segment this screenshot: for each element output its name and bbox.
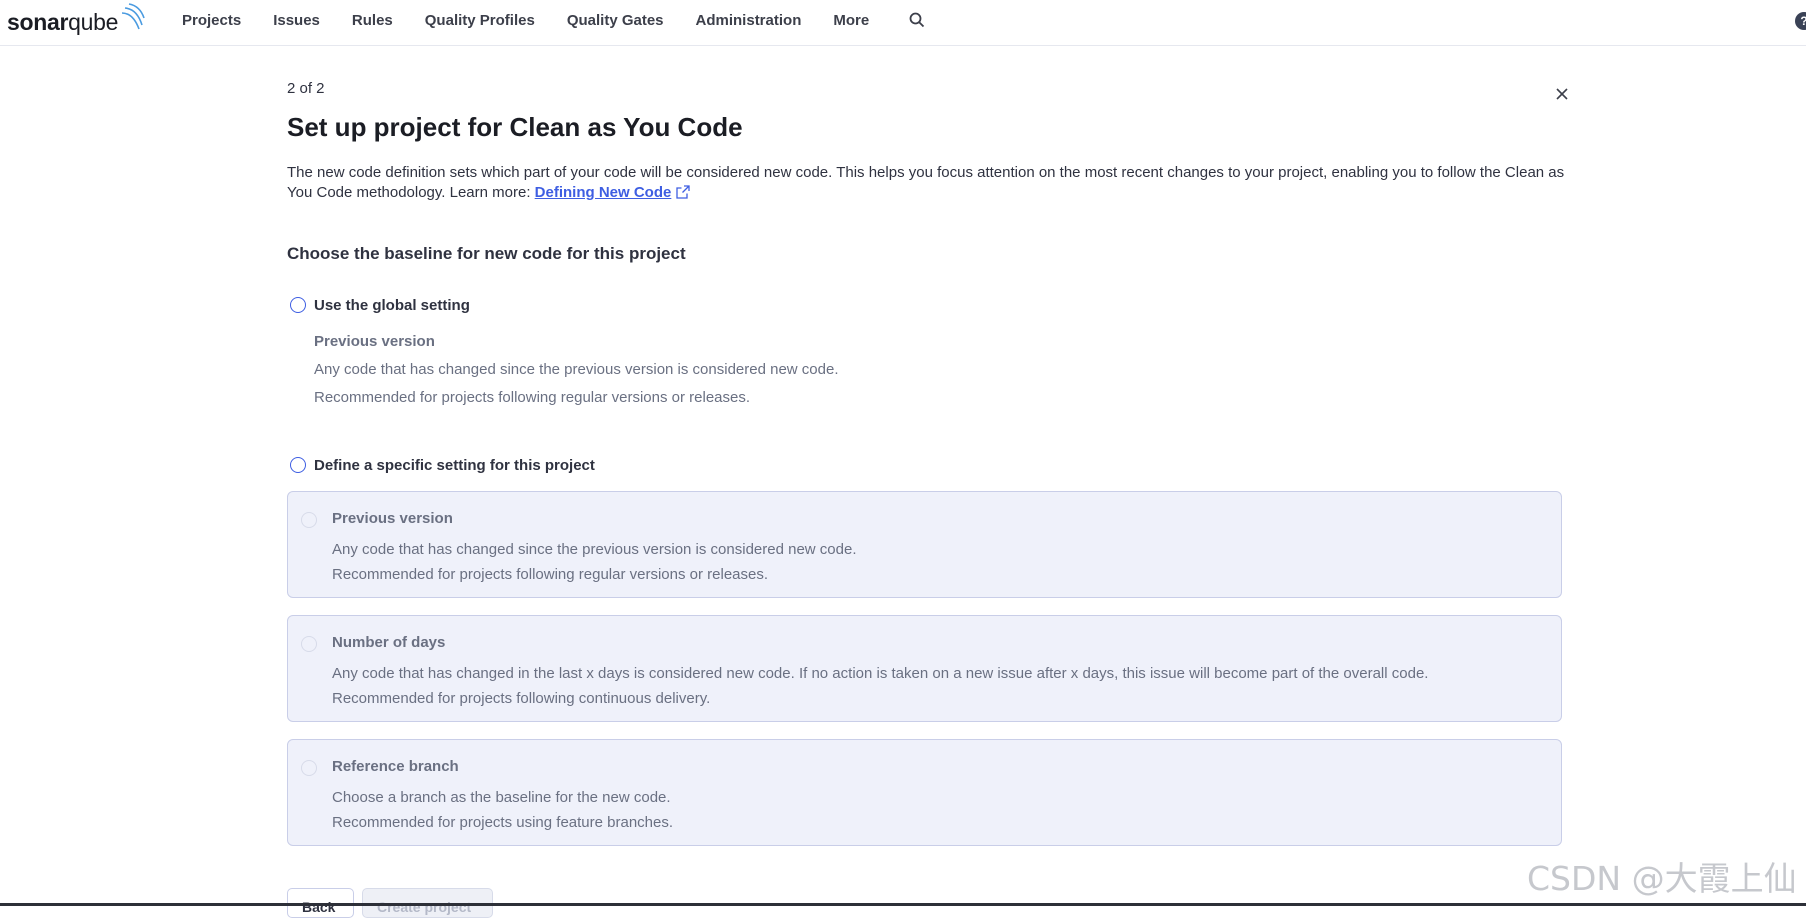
external-link-icon (676, 185, 690, 199)
nav-rules[interactable]: Rules (352, 12, 393, 29)
logo-waves-icon (122, 3, 145, 30)
nav-issues[interactable]: Issues (273, 12, 320, 29)
choice-card-number-of-days[interactable]: Number of days Any code that has changed… (287, 615, 1562, 722)
global-setting-label[interactable]: Use the global setting (314, 297, 470, 314)
help-icon[interactable]: ? (1795, 12, 1806, 30)
choice-recommendation: Recommended for projects following conti… (332, 690, 711, 707)
global-setting-info-line1: Any code that has changed since the prev… (314, 361, 839, 378)
sonarqube-logo[interactable]: sonarqube (7, 3, 145, 40)
choice-title: Number of days (332, 634, 446, 651)
nav-quality-gates[interactable]: Quality Gates (567, 12, 664, 29)
page-title: Set up project for Clean as You Code (287, 112, 743, 142)
global-setting-radio[interactable] (290, 297, 306, 313)
page-description: The new code definition sets which part … (287, 163, 1571, 203)
choice-card-previous-version[interactable]: Previous version Any code that has chang… (287, 491, 1562, 598)
nav-quality-profiles[interactable]: Quality Profiles (425, 12, 535, 29)
main-nav: Projects Issues Rules Quality Profiles Q… (182, 0, 901, 40)
choice-recommendation: Recommended for projects using feature b… (332, 814, 674, 831)
specific-setting-radio[interactable] (290, 457, 306, 473)
choice-description: Any code that has changed in the last x … (332, 665, 1429, 682)
choice-title: Previous version (332, 510, 453, 527)
choice-radio-reference-branch[interactable] (301, 760, 317, 776)
choice-title: Reference branch (332, 758, 459, 775)
baseline-subtitle: Choose the baseline for new code for thi… (287, 244, 686, 263)
choice-radio-previous-version[interactable] (301, 512, 317, 528)
top-navigation-bar: sonarqube Projects Issues Rules Quality … (0, 0, 1806, 46)
choice-description: Choose a branch as the baseline for the … (332, 789, 671, 806)
logo-text: sonarqube (7, 9, 119, 35)
choice-card-reference-branch[interactable]: Reference branch Choose a branch as the … (287, 739, 1562, 846)
search-icon[interactable] (908, 11, 926, 29)
step-indicator: 2 of 2 (287, 80, 325, 97)
global-setting-info-line2: Recommended for projects following regul… (314, 389, 751, 406)
specific-setting-label[interactable]: Define a specific setting for this proje… (314, 457, 595, 474)
nav-more[interactable]: More (833, 12, 869, 29)
nav-administration[interactable]: Administration (696, 12, 802, 29)
choice-radio-number-of-days[interactable] (301, 636, 317, 652)
watermark: CSDN @大霞上仙 (1527, 859, 1797, 898)
description-text: The new code definition sets which part … (287, 164, 1565, 201)
global-setting-info-title: Previous version (314, 333, 435, 350)
defining-new-code-link[interactable]: Defining New Code (535, 184, 672, 201)
nav-projects[interactable]: Projects (182, 12, 241, 29)
choice-recommendation: Recommended for projects following regul… (332, 566, 769, 583)
choice-description: Any code that has changed since the prev… (332, 541, 857, 558)
close-icon[interactable] (1554, 86, 1570, 102)
